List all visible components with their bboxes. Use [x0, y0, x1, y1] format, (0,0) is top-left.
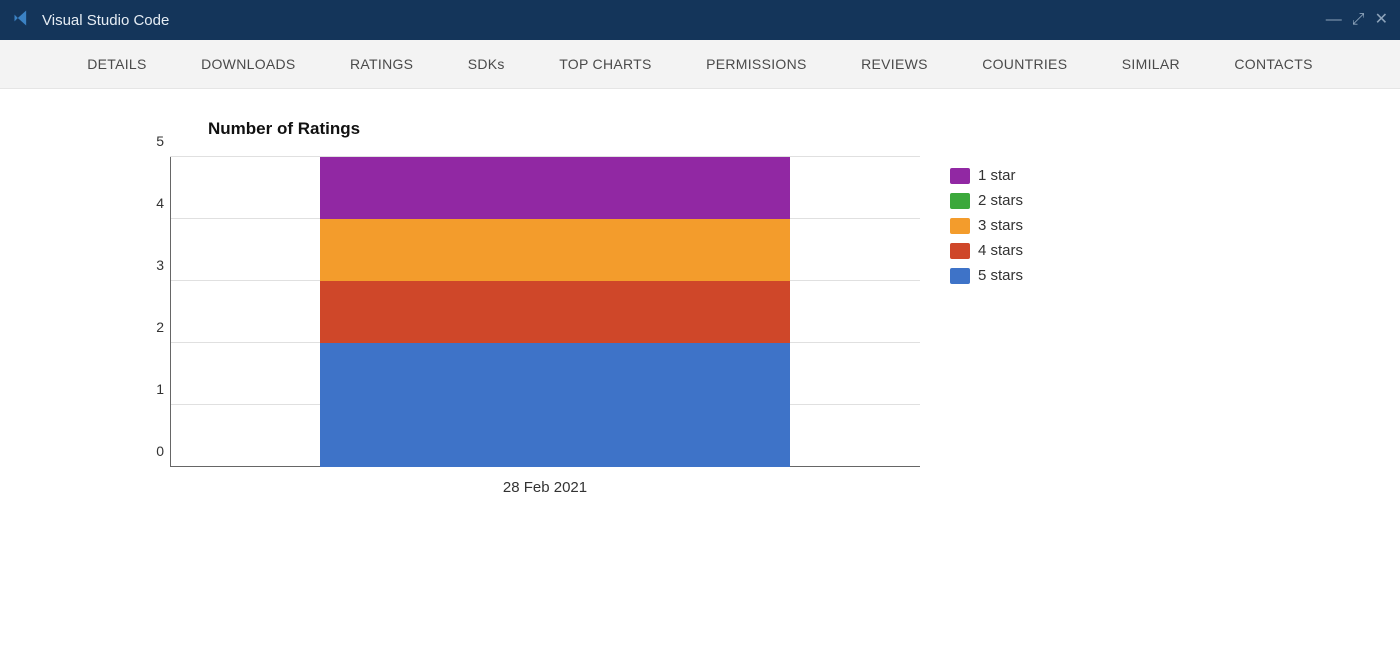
legend-swatch [950, 218, 970, 234]
bar-segment [320, 343, 790, 467]
y-tick-label: 5 [156, 133, 164, 149]
window-controls: — ⤢ ✕ [1326, 12, 1388, 28]
legend-item[interactable]: 2 stars [950, 192, 1023, 209]
legend-item[interactable]: 5 stars [950, 267, 1023, 284]
legend-label: 4 stars [978, 242, 1023, 259]
vscode-icon [12, 8, 32, 33]
y-tick-label: 1 [156, 381, 164, 397]
tab-similar[interactable]: SIMILAR [1114, 52, 1188, 76]
close-icon[interactable]: ✕ [1375, 12, 1388, 28]
window-titlebar: Visual Studio Code — ⤢ ✕ [0, 0, 1400, 40]
tab-details[interactable]: DETAILS [79, 52, 154, 76]
y-tick-label: 0 [156, 443, 164, 459]
tab-reviews[interactable]: REVIEWS [853, 52, 936, 76]
bar-segment [320, 219, 790, 281]
y-tick-label: 3 [156, 257, 164, 273]
legend-label: 1 star [978, 167, 1016, 184]
legend-item[interactable]: 4 stars [950, 242, 1023, 259]
legend-item[interactable]: 1 star [950, 167, 1023, 184]
titlebar-left: Visual Studio Code [12, 8, 169, 33]
tab-countries[interactable]: COUNTRIES [974, 52, 1075, 76]
bar-segment [320, 157, 790, 219]
legend-item[interactable]: 3 stars [950, 217, 1023, 234]
tab-bar: DETAILS DOWNLOADS RATINGS SDKs TOP CHART… [0, 40, 1400, 89]
content-area: Number of Ratings 012345 28 Feb 2021 1 s… [0, 89, 1400, 496]
window-title: Visual Studio Code [42, 12, 169, 29]
y-axis-line [170, 157, 171, 467]
tab-downloads[interactable]: DOWNLOADS [193, 52, 304, 76]
tab-sdks[interactable]: SDKs [460, 52, 513, 76]
chart-container: Number of Ratings 012345 28 Feb 2021 1 s… [170, 119, 1230, 496]
tab-ratings[interactable]: RATINGS [342, 52, 421, 76]
legend-swatch [950, 243, 970, 259]
tab-contacts[interactable]: CONTACTS [1226, 52, 1320, 76]
y-tick-label: 4 [156, 195, 164, 211]
tab-top-charts[interactable]: TOP CHARTS [551, 52, 659, 76]
legend-label: 3 stars [978, 217, 1023, 234]
legend-swatch [950, 168, 970, 184]
tab-permissions[interactable]: PERMISSIONS [698, 52, 815, 76]
chart-plot: 012345 [170, 157, 920, 467]
legend-label: 2 stars [978, 192, 1023, 209]
x-tick-label: 28 Feb 2021 [170, 479, 920, 496]
maximize-icon[interactable]: ⤢ [1352, 12, 1365, 28]
legend-label: 5 stars [978, 267, 1023, 284]
y-tick-label: 2 [156, 319, 164, 335]
chart-legend: 1 star 2 stars 3 stars 4 stars 5 stars [950, 157, 1023, 292]
legend-swatch [950, 193, 970, 209]
minimize-icon[interactable]: — [1326, 12, 1342, 28]
y-axis: 012345 [150, 157, 170, 467]
legend-swatch [950, 268, 970, 284]
chart-title: Number of Ratings [208, 119, 1230, 139]
bar-segment [320, 281, 790, 343]
